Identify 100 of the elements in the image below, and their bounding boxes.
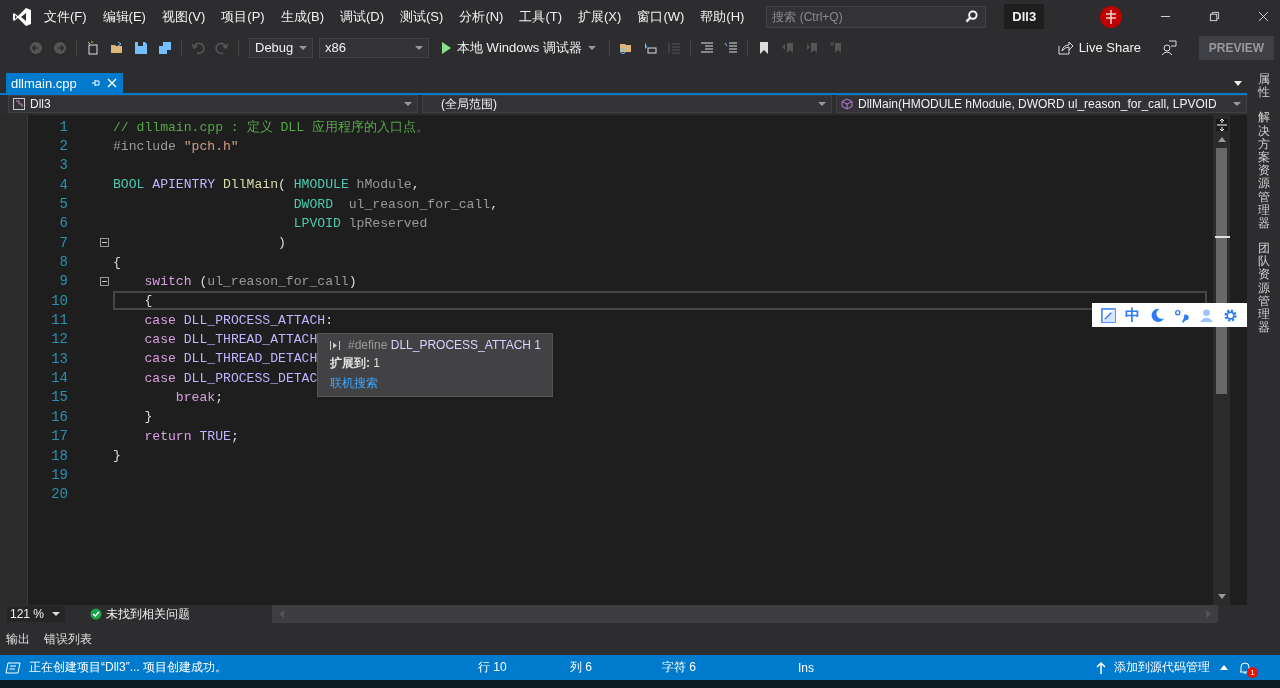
configuration-dropdown[interactable]: Debug — [249, 37, 313, 58]
code-line: return TRUE; — [143, 428, 239, 444]
menu-item[interactable]: 工具(T) — [519, 7, 563, 26]
menu-item[interactable]: 项目(P) — [221, 7, 265, 26]
scope-dropdown[interactable]: (全局范围) — [422, 95, 832, 113]
project-dropdown[interactable]: Dll3 — [8, 95, 418, 113]
app-logo-icon — [12, 6, 32, 27]
column-indicator: 列 6 — [570, 659, 593, 676]
platform-dropdown[interactable]: x86 — [319, 37, 429, 58]
line-number: 8 — [58, 254, 68, 271]
uncomment-lines-icon[interactable] — [723, 40, 738, 55]
line-number: 16 — [50, 408, 68, 425]
project-icon — [13, 98, 25, 110]
code-line: case DLL_THREAD_DETACH — [143, 351, 318, 367]
comment-lines-icon[interactable] — [699, 40, 714, 55]
split-handle-icon[interactable] — [1215, 119, 1228, 131]
scroll-up-icon[interactable] — [1217, 137, 1226, 142]
caret-icon — [1233, 102, 1241, 106]
code-line: { — [113, 254, 121, 270]
document-tab[interactable]: dllmain.cpp — [6, 73, 123, 93]
line-number: 20 — [50, 486, 68, 503]
avatar-icon[interactable] — [1100, 5, 1123, 28]
menu-item[interactable]: 调试(D) — [340, 7, 385, 26]
keyboard-toggle-icon[interactable] — [1100, 307, 1116, 323]
add-to-source-control[interactable]: 添加到源代码管理 — [1114, 659, 1210, 676]
insert-mode-indicator[interactable]: Ins — [798, 660, 814, 675]
side-panel-tab[interactable]: 团队资源管理器 — [1257, 242, 1270, 335]
code-line: ) — [277, 235, 286, 251]
line-number: 6 — [58, 215, 68, 232]
macro-icon — [330, 340, 340, 350]
code-line: } — [113, 448, 121, 463]
line-number: 13 — [50, 350, 68, 367]
share-icon — [1056, 39, 1073, 56]
caret-icon — [299, 45, 307, 50]
line-number: 15 — [50, 389, 68, 406]
save-icon[interactable] — [134, 40, 148, 55]
new-project-icon[interactable] — [86, 40, 100, 55]
caret-up-icon — [1220, 665, 1228, 670]
tab-list-icon[interactable] — [1234, 80, 1242, 86]
line-number: 11 — [50, 312, 68, 329]
menu-item[interactable]: 测试(S) — [400, 7, 444, 26]
menu-item[interactable]: 分析(N) — [459, 7, 504, 26]
up-arrow-icon — [1096, 661, 1106, 674]
line-number: 4 — [58, 176, 68, 193]
expansion-text: 扩展到: 1 — [330, 355, 381, 372]
caret-icon — [818, 102, 826, 106]
scroll-down-icon[interactable] — [1217, 594, 1226, 599]
menu-item[interactable]: 窗口(W) — [637, 7, 685, 26]
code-line: case DLL_PROCESS_ATTACH: — [143, 312, 334, 328]
search-field[interactable]: 搜索 (Ctrl+Q) — [766, 5, 987, 28]
menu-item[interactable]: 扩展(X) — [578, 7, 622, 26]
line-number: 14 — [50, 370, 68, 387]
panel-tab[interactable]: 输出 — [6, 630, 30, 648]
line-number: 9 — [58, 273, 68, 290]
settings-icon[interactable] — [1223, 307, 1239, 323]
line-number: 19 — [50, 466, 68, 483]
menu-item[interactable]: 文件(F) — [44, 7, 87, 26]
folder-icon[interactable] — [110, 40, 124, 55]
code-line: LPVOID lpReserved — [292, 215, 428, 231]
search-icon — [965, 9, 979, 23]
bell-icon[interactable] — [1238, 660, 1252, 675]
punctuation-icon[interactable] — [1174, 307, 1190, 323]
collapse-icon[interactable] — [100, 276, 109, 286]
side-panel-tab[interactable]: 属性 — [1257, 73, 1270, 100]
side-panel-tab[interactable]: 解决方案资源管理器 — [1257, 111, 1270, 231]
line-number: 3 — [58, 157, 68, 174]
line-number: 12 — [50, 331, 68, 348]
issues-status[interactable]: 未找到相关问题 — [106, 605, 190, 623]
code-line: case DLL_THREAD_ATTACH — [143, 331, 318, 347]
code-line: case DLL_PROCESS_DETAC — [143, 370, 318, 386]
save-all-icon[interactable] — [158, 40, 172, 55]
member-dropdown[interactable]: DllMain(HMODULE hModule, DWORD ul_reason_for_call, LPVOID — [836, 95, 1247, 113]
scrollbar-thumb[interactable] — [1216, 148, 1227, 394]
menu-item[interactable]: 生成(B) — [280, 7, 324, 26]
line-number: 17 — [50, 428, 68, 445]
caret-icon — [415, 45, 423, 50]
moon-icon[interactable] — [1149, 307, 1165, 323]
preview-button[interactable]: PREVIEW — [1199, 35, 1274, 60]
pointer-icon[interactable] — [642, 40, 657, 55]
menu-item[interactable]: 视图(V) — [161, 7, 206, 26]
close-icon[interactable] — [1258, 11, 1270, 22]
line-number: 10 — [50, 292, 68, 309]
code-line: // dllmain.cpp : 定义 DLL 应用程序的入口点。 — [113, 118, 429, 136]
panel-tab[interactable]: 错误列表 — [44, 630, 92, 648]
solution-name: Dll3 — [1004, 4, 1045, 29]
code-line: switch (ul_reason_for_call) — [143, 273, 357, 289]
run-debugger-button[interactable]: 本地 Windows 调试器 — [437, 38, 605, 57]
live-share-button[interactable]: Live Share — [1056, 39, 1141, 56]
menu-item[interactable]: 编辑(E) — [102, 7, 146, 26]
feedback-icon[interactable] — [1161, 39, 1177, 56]
play-icon — [441, 41, 451, 54]
restore-icon[interactable] — [1209, 11, 1221, 22]
input-mode-toggle[interactable]: 中 — [1125, 305, 1141, 325]
collapse-icon[interactable] — [100, 238, 109, 248]
menu-item[interactable]: 帮助(H) — [700, 7, 745, 26]
pin-icon[interactable] — [90, 78, 101, 88]
output-icon — [5, 661, 21, 674]
line-number: 2 — [58, 138, 68, 154]
zoom-dropdown[interactable]: 121 % — [7, 606, 65, 622]
online-search-link[interactable]: 联机搜索 — [330, 375, 544, 392]
